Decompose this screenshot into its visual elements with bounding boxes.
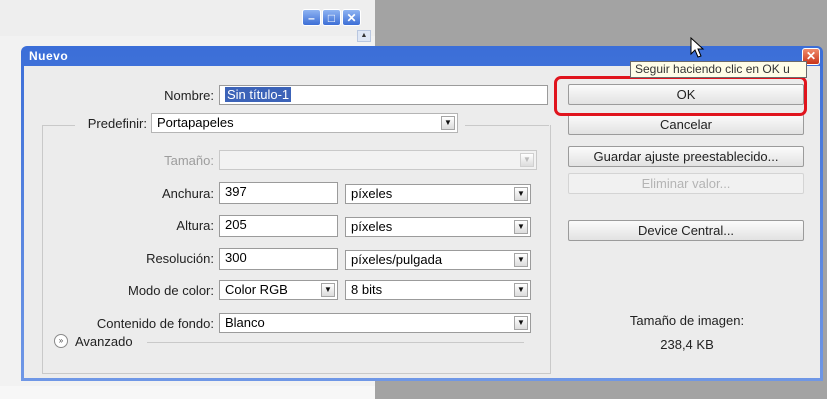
width-input-value: 397 xyxy=(225,184,247,199)
height-unit-value: píxeles xyxy=(351,219,393,234)
background-contents-label: Contenido de fondo: xyxy=(96,316,214,331)
resolution-unit-select[interactable]: píxeles/pulgada ▼ xyxy=(345,250,531,270)
height-unit-select[interactable]: píxeles ▼ xyxy=(345,217,531,237)
minimize-icon[interactable]: – xyxy=(302,9,321,26)
chevron-down-icon: ▼ xyxy=(514,316,528,330)
save-preset-button[interactable]: Guardar ajuste preestablecido... xyxy=(568,146,804,167)
chevron-down-icon: ▼ xyxy=(514,187,528,201)
new-document-dialog: Nuevo ✕ Nombre: Sin título-1 Predefinir:… xyxy=(21,46,823,381)
image-size-label: Tamaño de imagen: xyxy=(629,313,745,328)
width-label: Anchura: xyxy=(161,186,214,201)
background-window-strip xyxy=(0,386,375,399)
device-central-button[interactable]: Device Central... xyxy=(568,220,804,241)
ok-highlight-annotation xyxy=(554,76,807,116)
color-mode-value: Color RGB xyxy=(225,282,288,297)
width-input[interactable]: 397 xyxy=(219,182,338,204)
bit-depth-select[interactable]: 8 bits ▼ xyxy=(345,280,531,300)
color-mode-select[interactable]: Color RGB ▼ xyxy=(219,280,338,300)
height-input-value: 205 xyxy=(225,217,247,232)
resolution-label: Resolución: xyxy=(146,251,214,266)
background-contents-select[interactable]: Blanco ▼ xyxy=(219,313,531,333)
delete-preset-button: Eliminar valor... xyxy=(568,173,804,194)
close-icon[interactable]: ✕ xyxy=(342,9,361,26)
advanced-divider xyxy=(147,342,524,343)
chevron-down-icon: ▼ xyxy=(520,153,534,167)
size-select: ▼ xyxy=(219,150,537,170)
chevron-down-icon: ▼ xyxy=(514,283,528,297)
width-unit-select[interactable]: píxeles ▼ xyxy=(345,184,531,204)
scroll-up-arrow-icon[interactable]: ▲ xyxy=(357,30,371,42)
resolution-unit-value: píxeles/pulgada xyxy=(351,252,443,267)
chevron-down-icon: ▼ xyxy=(514,253,528,267)
color-mode-label: Modo de color: xyxy=(128,283,214,298)
dialog-content: Nombre: Sin título-1 Predefinir: Portapa… xyxy=(24,66,820,378)
image-size-value: 238,4 KB xyxy=(660,337,714,352)
expand-chevron-icon[interactable]: » xyxy=(54,334,68,348)
advanced-toggle-label[interactable]: Avanzado xyxy=(75,334,133,349)
mouse-pointer-icon xyxy=(690,37,705,58)
background-window-controls: – □ ✕ xyxy=(302,9,361,26)
height-label: Altura: xyxy=(176,218,214,233)
name-label: Nombre: xyxy=(164,88,214,103)
resolution-input[interactable]: 300 xyxy=(219,248,338,270)
bit-depth-value: 8 bits xyxy=(351,282,383,297)
preset-select-value: Portapapeles xyxy=(157,115,234,130)
dialog-title: Nuevo xyxy=(29,49,69,63)
maximize-icon[interactable]: □ xyxy=(322,9,341,26)
name-input[interactable]: Sin título-1 xyxy=(219,85,548,105)
background-contents-value: Blanco xyxy=(225,315,265,330)
height-input[interactable]: 205 xyxy=(219,215,338,237)
preset-label: Predefinir: xyxy=(87,116,147,131)
tooltip: Seguir haciendo clic en OK u xyxy=(630,61,807,78)
preset-select[interactable]: Portapapeles ▼ xyxy=(151,113,458,133)
resolution-input-value: 300 xyxy=(225,250,247,265)
chevron-down-icon: ▼ xyxy=(441,116,455,130)
chevron-down-icon: ▼ xyxy=(514,220,528,234)
name-input-value: Sin título-1 xyxy=(225,87,292,102)
cancel-button[interactable]: Cancelar xyxy=(568,114,804,135)
width-unit-value: píxeles xyxy=(351,186,393,201)
chevron-down-icon: ▼ xyxy=(321,283,335,297)
size-label: Tamaño: xyxy=(164,153,214,168)
